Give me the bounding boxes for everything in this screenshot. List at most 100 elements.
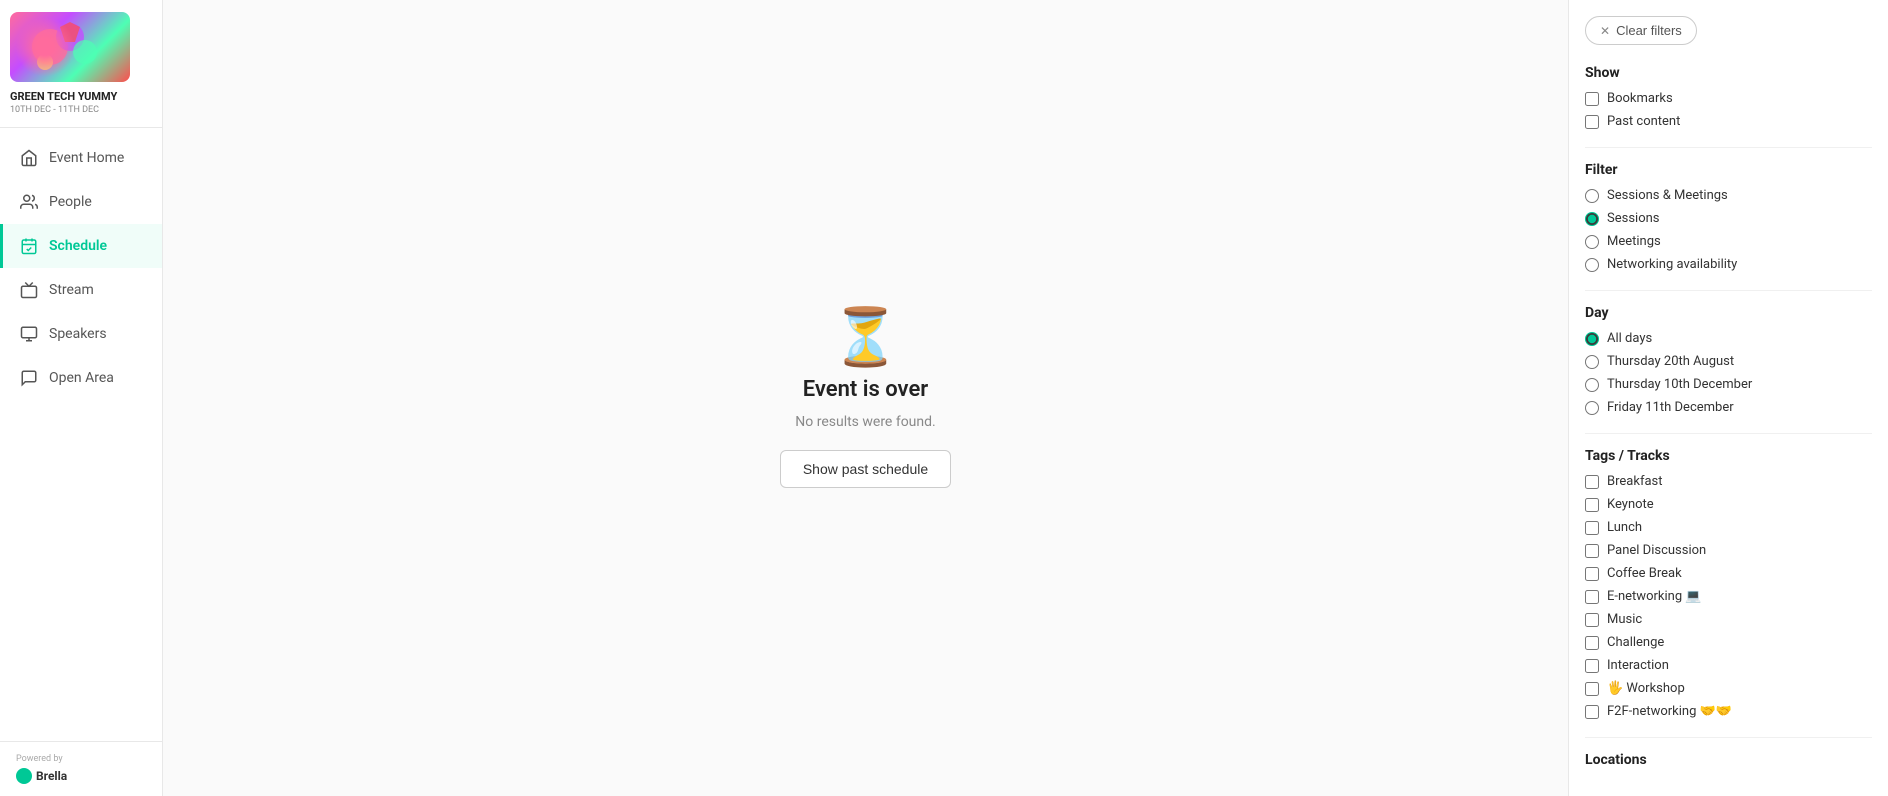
filter-section-title: Filter (1585, 162, 1872, 178)
thu-20-aug-label: Thursday 20th August (1607, 354, 1734, 369)
clear-filters-button[interactable]: ✕ Clear filters (1585, 16, 1697, 45)
filter-option-music[interactable]: Music (1585, 612, 1872, 627)
keynote-checkbox[interactable] (1585, 498, 1599, 512)
locations-section-title: Locations (1585, 752, 1872, 768)
sidebar-item-label-stream: Stream (49, 282, 94, 298)
show-section-title: Show (1585, 65, 1872, 81)
past-content-label: Past content (1607, 114, 1680, 129)
clear-filters-label: Clear filters (1616, 23, 1682, 38)
challenge-checkbox[interactable] (1585, 636, 1599, 650)
sidebar-item-schedule[interactable]: Schedule (0, 224, 162, 268)
coffee-break-label: Coffee Break (1607, 566, 1682, 581)
event-name: GREEN TECH YUMMY (10, 90, 117, 103)
fri-11-dec-radio[interactable] (1585, 401, 1599, 415)
show-section: Show Bookmarks Past content (1585, 65, 1872, 129)
networking-radio[interactable] (1585, 258, 1599, 272)
bookmarks-label: Bookmarks (1607, 91, 1673, 106)
panel-discussion-label: Panel Discussion (1607, 543, 1706, 558)
filter-option-thu-20-aug[interactable]: Thursday 20th August (1585, 354, 1872, 369)
breakfast-checkbox[interactable] (1585, 475, 1599, 489)
filter-option-all-days[interactable]: All days (1585, 331, 1872, 346)
divider-show-filter (1585, 147, 1872, 148)
filter-option-thu-10-dec[interactable]: Thursday 10th December (1585, 377, 1872, 392)
event-over-container: ⏳ Event is over No results were found. S… (780, 309, 951, 488)
lunch-checkbox[interactable] (1585, 521, 1599, 535)
sidebar-item-stream[interactable]: Stream (0, 268, 162, 312)
show-past-schedule-button[interactable]: Show past schedule (780, 450, 951, 488)
panel-discussion-checkbox[interactable] (1585, 544, 1599, 558)
brella-icon (16, 768, 32, 784)
challenge-label: Challenge (1607, 635, 1664, 650)
sessions-radio[interactable] (1585, 212, 1599, 226)
filter-option-meetings[interactable]: Meetings (1585, 234, 1872, 249)
sessions-label: Sessions (1607, 211, 1660, 226)
filter-option-networking[interactable]: Networking availability (1585, 257, 1872, 272)
hourglass-icon: ⏳ (831, 309, 901, 365)
sidebar-nav: Event Home People Schedule Stream Speake… (0, 128, 162, 741)
main-content: ⏳ Event is over No results were found. S… (163, 0, 1568, 796)
event-logo-image (10, 12, 130, 82)
sidebar-footer: Powered by Brella (0, 741, 162, 796)
sidebar-logo-area: GREEN TECH YUMMY 10TH DEC - 11TH DEC (0, 0, 162, 128)
music-checkbox[interactable] (1585, 613, 1599, 627)
sidebar-item-event-home[interactable]: Event Home (0, 136, 162, 180)
past-content-checkbox[interactable] (1585, 115, 1599, 129)
filter-option-coffee-break[interactable]: Coffee Break (1585, 566, 1872, 581)
sidebar-item-people[interactable]: People (0, 180, 162, 224)
filter-option-workshop[interactable]: 🖐 Workshop (1585, 681, 1872, 696)
sidebar-item-label-speakers: Speakers (49, 326, 107, 342)
filter-option-panel-discussion[interactable]: Panel Discussion (1585, 543, 1872, 558)
meetings-radio[interactable] (1585, 235, 1599, 249)
filter-option-sessions-meetings[interactable]: Sessions & Meetings (1585, 188, 1872, 203)
filter-option-challenge[interactable]: Challenge (1585, 635, 1872, 650)
f2f-networking-label: F2F-networking 🤝🤝 (1607, 704, 1732, 719)
bookmarks-checkbox[interactable] (1585, 92, 1599, 106)
event-dates: 10TH DEC - 11TH DEC (10, 105, 99, 115)
all-days-radio[interactable] (1585, 332, 1599, 346)
day-section: Day All days Thursday 20th August Thursd… (1585, 305, 1872, 415)
thu-20-aug-radio[interactable] (1585, 355, 1599, 369)
fri-11-dec-label: Friday 11th December (1607, 400, 1734, 415)
lunch-label: Lunch (1607, 520, 1642, 535)
sidebar-item-label-schedule: Schedule (49, 238, 107, 254)
breakfast-label: Breakfast (1607, 474, 1663, 489)
stream-icon (19, 280, 39, 300)
brella-name: Brella (36, 769, 67, 783)
clear-filters-x-icon: ✕ (1600, 24, 1610, 38)
people-icon (19, 192, 39, 212)
filter-option-sessions[interactable]: Sessions (1585, 211, 1872, 226)
filter-option-fri-11-dec[interactable]: Friday 11th December (1585, 400, 1872, 415)
thu-10-dec-radio[interactable] (1585, 378, 1599, 392)
filter-option-past-content[interactable]: Past content (1585, 114, 1872, 129)
filter-option-lunch[interactable]: Lunch (1585, 520, 1872, 535)
music-label: Music (1607, 612, 1642, 627)
locations-section: Locations (1585, 752, 1872, 768)
sessions-meetings-radio[interactable] (1585, 189, 1599, 203)
filter-option-keynote[interactable]: Keynote (1585, 497, 1872, 512)
filter-option-f2f-networking[interactable]: F2F-networking 🤝🤝 (1585, 704, 1872, 719)
networking-label: Networking availability (1607, 257, 1737, 272)
filter-option-breakfast[interactable]: Breakfast (1585, 474, 1872, 489)
meetings-label: Meetings (1607, 234, 1661, 249)
schedule-icon (19, 236, 39, 256)
filter-option-bookmarks[interactable]: Bookmarks (1585, 91, 1872, 106)
sidebar-item-label-event-home: Event Home (49, 150, 124, 166)
sidebar-item-open-area[interactable]: Open Area (0, 356, 162, 400)
sidebar-item-speakers[interactable]: Speakers (0, 312, 162, 356)
keynote-label: Keynote (1607, 497, 1654, 512)
all-days-label: All days (1607, 331, 1652, 346)
sidebar: GREEN TECH YUMMY 10TH DEC - 11TH DEC Eve… (0, 0, 163, 796)
filter-option-interaction[interactable]: Interaction (1585, 658, 1872, 673)
f2f-networking-checkbox[interactable] (1585, 705, 1599, 719)
workshop-label: 🖐 Workshop (1607, 681, 1685, 696)
interaction-checkbox[interactable] (1585, 659, 1599, 673)
e-networking-checkbox[interactable] (1585, 590, 1599, 604)
filter-option-e-networking[interactable]: E-networking 💻 (1585, 589, 1872, 604)
right-panel: ✕ Clear filters Show Bookmarks Past cont… (1568, 0, 1888, 796)
coffee-break-checkbox[interactable] (1585, 567, 1599, 581)
workshop-checkbox[interactable] (1585, 682, 1599, 696)
event-over-title: Event is over (803, 377, 928, 402)
divider-tags-locations (1585, 737, 1872, 738)
event-over-subtitle: No results were found. (795, 414, 935, 430)
divider-filter-day (1585, 290, 1872, 291)
